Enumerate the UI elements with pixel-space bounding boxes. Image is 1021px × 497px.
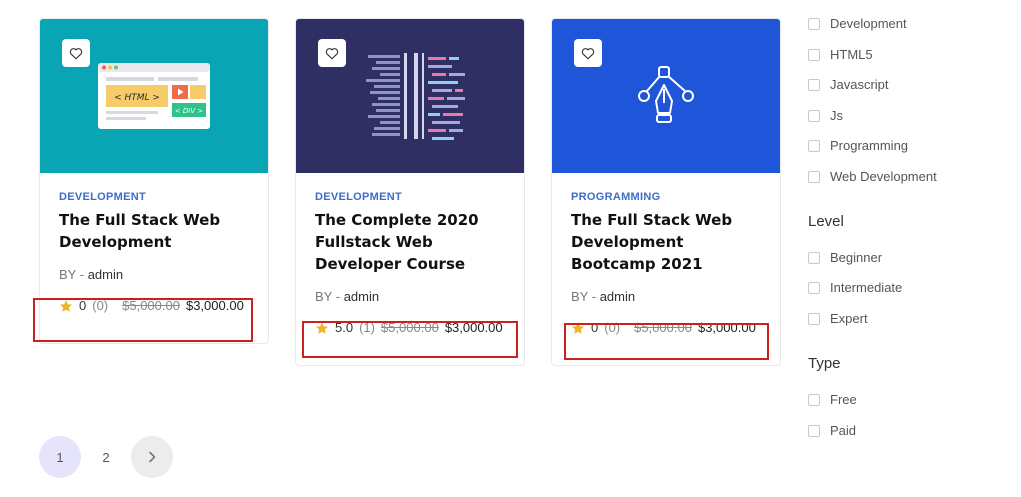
filter-label: Javascript [830,77,889,92]
filter-label: Free [830,392,857,407]
filter-category-html5[interactable]: HTML5 [808,47,873,62]
wishlist-button[interactable] [574,39,602,67]
course-title[interactable]: The Complete 2020 Fullstack Web Develope… [315,209,505,275]
checkbox[interactable] [808,109,820,122]
filter-label: Js [830,108,843,123]
filter-label: Paid [830,423,857,438]
level-heading: Level [808,213,844,230]
checkbox[interactable] [808,78,820,91]
heart-icon [325,47,339,59]
course-card[interactable]: < HTML > < DIV > DEVELOPMENT The Full St… [39,18,269,344]
html-tag-text: < HTML > [114,93,160,103]
checkbox[interactable] [808,393,820,406]
author-link[interactable]: admin [344,289,379,304]
by-label: BY - [571,289,597,304]
filter-level-intermediate[interactable]: Intermediate [808,280,902,295]
course-thumbnail[interactable]: < HTML > < DIV > [40,19,268,173]
checkbox[interactable] [808,281,820,294]
filter-level-expert[interactable]: Expert [808,311,868,326]
filter-category-js[interactable]: Js [808,108,843,123]
heart-icon [581,47,595,59]
course-author-line: BY - admin [59,267,249,282]
div-tag-text: < DIV > [175,107,204,115]
course-title[interactable]: The Full Stack Web Development Bootcamp … [571,209,761,275]
filter-type-free[interactable]: Free [808,392,857,407]
course-category[interactable]: DEVELOPMENT [315,191,505,203]
wishlist-button[interactable] [62,39,90,67]
course-category[interactable]: PROGRAMMING [571,191,761,203]
chevron-right-icon [149,451,156,463]
author-link[interactable]: admin [600,289,635,304]
course-thumbnail[interactable] [296,19,524,173]
course-card[interactable]: DEVELOPMENT The Complete 2020 Fullstack … [295,18,525,366]
checkbox[interactable] [808,170,820,183]
author-link[interactable]: admin [88,267,123,282]
page-1-button[interactable]: 1 [39,436,81,478]
filter-label: Intermediate [830,280,903,295]
filter-label: Beginner [830,250,883,265]
page-2-button[interactable]: 2 [85,436,127,478]
checkbox[interactable] [808,48,820,61]
highlight-box [302,321,518,358]
filter-category-javascript[interactable]: Javascript [808,77,889,92]
type-heading: Type [808,355,841,372]
pagination: 1 2 [39,436,173,478]
course-thumbnail[interactable] [552,19,780,173]
filter-label: Development [830,16,907,31]
filter-label: Web Development [830,169,937,184]
filter-label: Programming [830,138,909,153]
course-author-line: BY - admin [571,289,761,304]
by-label: BY - [59,267,85,282]
next-page-button[interactable] [131,436,173,478]
wishlist-button[interactable] [318,39,346,67]
checkbox[interactable] [808,17,820,30]
checkbox[interactable] [808,139,820,152]
checkbox[interactable] [808,424,820,437]
filter-category-web-development[interactable]: Web Development [808,169,937,184]
heart-icon [69,47,83,59]
filter-label: HTML5 [830,47,873,62]
course-title[interactable]: The Full Stack Web Development [59,209,249,253]
course-category[interactable]: DEVELOPMENT [59,191,249,203]
filter-level-beginner[interactable]: Beginner [808,250,882,265]
filter-category-development[interactable]: Development [808,16,907,31]
filter-category-programming[interactable]: Programming [808,138,908,153]
highlight-box [564,323,769,360]
course-card[interactable]: PROGRAMMING The Full Stack Web Developme… [551,18,781,366]
highlight-box [33,298,253,342]
checkbox[interactable] [808,312,820,325]
checkbox[interactable] [808,251,820,264]
by-label: BY - [315,289,341,304]
filter-label: Expert [830,311,868,326]
course-author-line: BY - admin [315,289,505,304]
filter-type-paid[interactable]: Paid [808,423,856,438]
